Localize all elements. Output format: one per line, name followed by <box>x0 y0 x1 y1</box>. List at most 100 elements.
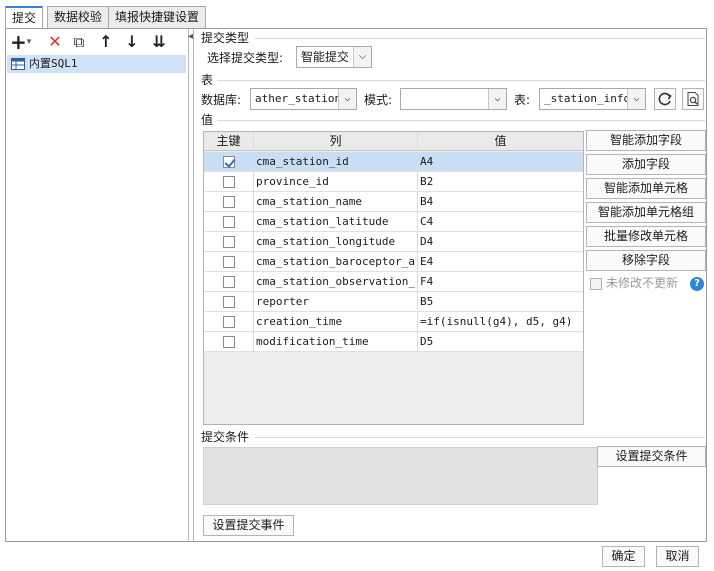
tab-shortcut-settings[interactable]: 填报快捷键设置 <box>108 6 207 28</box>
key-cell <box>204 212 254 232</box>
primary-key-checkbox[interactable] <box>223 176 235 188</box>
column-name-cell[interactable]: cma_station_id <box>254 152 418 172</box>
primary-key-checkbox[interactable] <box>223 236 235 248</box>
tree-item-sql1[interactable]: 内置SQL1 <box>7 55 186 73</box>
smart-add-field-button[interactable]: 智能添加字段 <box>586 130 706 151</box>
column-name-cell[interactable]: cma_station_baroceptor_a... <box>254 252 418 272</box>
table-select[interactable]: _station_info ⌵ <box>539 88 646 110</box>
schema-label: 模式: <box>364 93 393 107</box>
primary-key-checkbox[interactable] <box>223 316 235 328</box>
chevron-down-icon[interactable]: ⌵ <box>488 89 506 109</box>
divider <box>255 38 705 39</box>
cancel-button[interactable]: 取消 <box>656 546 699 567</box>
column-name-cell[interactable]: cma_station_latitude <box>254 212 418 232</box>
chevron-down-icon[interactable]: ⌵ <box>353 47 371 67</box>
value-cell[interactable]: B2 <box>418 172 583 192</box>
col-header-key: 主键 <box>204 132 254 151</box>
column-name-cell[interactable]: cma_station_name <box>254 192 418 212</box>
column-name-cell[interactable]: cma_station_observation_... <box>254 272 418 292</box>
value-cell[interactable]: =if(isnull(g4), d5, g4) <box>418 312 583 332</box>
primary-key-checkbox[interactable] <box>223 156 235 168</box>
table-row[interactable]: modification_time D5 <box>204 332 583 352</box>
column-name-cell[interactable]: modification_time <box>254 332 418 352</box>
value-cell[interactable]: A4 <box>418 152 583 172</box>
move-down-icon[interactable]: ↓ <box>124 32 140 52</box>
col-header-value: 值 <box>494 134 507 148</box>
add-dropdown-icon[interactable]: ▾ <box>24 32 34 52</box>
primary-key-checkbox[interactable] <box>223 256 235 268</box>
set-event-button[interactable]: 设置提交事件 <box>203 515 294 536</box>
database-value: ather_station <box>255 92 342 105</box>
key-cell <box>204 272 254 292</box>
primary-key-checkbox[interactable] <box>223 276 235 288</box>
key-cell <box>204 152 254 172</box>
table-row[interactable]: cma_station_longitude D4 <box>204 232 583 252</box>
sql-table-icon <box>11 58 25 70</box>
smart-add-cell-button[interactable]: 智能添加单元格 <box>586 178 706 199</box>
copy-icon[interactable]: ⧉ <box>70 32 88 52</box>
no-update-label: 未修改不更新 <box>606 276 679 290</box>
primary-key-checkbox[interactable] <box>223 216 235 228</box>
add-icon[interactable]: + <box>10 32 27 52</box>
value-cell[interactable]: D5 <box>418 332 583 352</box>
table-row[interactable]: cma_station_observation_... F4 <box>204 272 583 292</box>
table-row[interactable]: reporter B5 <box>204 292 583 312</box>
column-name-cell[interactable]: creation_time <box>254 312 418 332</box>
primary-key-checkbox[interactable] <box>223 296 235 308</box>
column-name-cell[interactable]: cma_station_longitude <box>254 232 418 252</box>
column-name-cell[interactable]: reporter <box>254 292 418 312</box>
col-header-column: 列 <box>254 132 418 151</box>
key-cell <box>204 172 254 192</box>
refresh-button[interactable] <box>654 88 676 110</box>
value-cell[interactable]: F4 <box>418 272 583 292</box>
collapse-icon[interactable]: ◂ <box>188 31 193 42</box>
value-cell[interactable]: B4 <box>418 192 583 212</box>
key-cell <box>204 252 254 272</box>
value-cell[interactable]: B5 <box>418 292 583 312</box>
submit-type-section-title: 提交类型 <box>201 31 250 45</box>
batch-modify-cell-button[interactable]: 批量修改单元格 <box>586 226 706 247</box>
primary-key-checkbox[interactable] <box>223 196 235 208</box>
panel-splitter[interactable]: ◂ <box>188 29 194 541</box>
value-cell[interactable]: D4 <box>418 232 583 252</box>
value-cell[interactable]: C4 <box>418 212 583 232</box>
divider <box>255 437 705 438</box>
value-cell[interactable]: E4 <box>418 252 583 272</box>
no-update-checkbox[interactable] <box>590 278 602 290</box>
table-label: 表: <box>514 93 531 107</box>
table-row[interactable]: cma_station_latitude C4 <box>204 212 583 232</box>
primary-key-checkbox[interactable] <box>223 336 235 348</box>
delete-icon[interactable]: ✕ <box>46 32 64 52</box>
table-row[interactable]: cma_station_baroceptor_a... E4 <box>204 252 583 272</box>
set-condition-button[interactable]: 设置提交条件 <box>597 446 706 467</box>
table-row[interactable]: creation_time =if(isnull(g4), d5, g4) <box>204 312 583 332</box>
tab-submit[interactable]: 提交 <box>5 6 44 29</box>
tree-item-label: 内置SQL1 <box>29 57 78 70</box>
tab-bar: 提交 数据校验 填报快捷键设置 <box>0 0 714 29</box>
key-cell <box>204 312 254 332</box>
condition-section-title: 提交条件 <box>201 430 250 444</box>
tab-data-validation[interactable]: 数据校验 <box>47 6 110 28</box>
smart-add-cell-group-button[interactable]: 智能添加单元格组 <box>586 202 706 223</box>
help-icon[interactable]: ? <box>690 277 704 291</box>
chevron-down-icon[interactable]: ⌵ <box>627 89 645 109</box>
ok-button[interactable]: 确定 <box>602 546 645 567</box>
table-row[interactable]: cma_station_id A4 <box>204 152 583 172</box>
add-field-button[interactable]: 添加字段 <box>586 154 706 175</box>
chevron-down-icon[interactable]: ⌵ <box>338 89 356 109</box>
table-row[interactable]: cma_station_name B4 <box>204 192 583 212</box>
column-name-cell[interactable]: province_id <box>254 172 418 192</box>
key-cell <box>204 332 254 352</box>
database-select[interactable]: ather_station ⌵ <box>250 88 357 110</box>
remove-field-button[interactable]: 移除字段 <box>586 250 706 271</box>
values-grid: 主键 列 值 cma_station_id A4 province_id B2 cma_… <box>203 131 584 425</box>
sort-icon[interactable]: ⇊ <box>149 32 169 52</box>
grid-header: 主键 列 值 <box>204 132 583 151</box>
submit-type-label: 选择提交类型: <box>207 51 284 65</box>
schema-select[interactable]: ⌵ <box>400 88 507 110</box>
table-row[interactable]: province_id B2 <box>204 172 583 192</box>
preview-button[interactable] <box>682 88 704 110</box>
submit-type-select[interactable]: 智能提交 ⌵ <box>296 46 372 68</box>
move-up-icon[interactable]: ↑ <box>98 32 114 52</box>
left-toolbar: + ▾ ✕ ⧉ ↑ ↓ ⇊ <box>6 29 189 55</box>
